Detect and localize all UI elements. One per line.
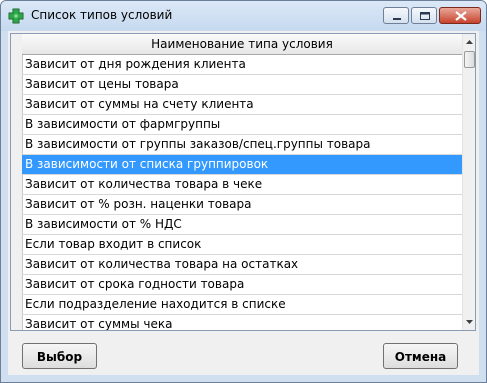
maximize-icon <box>420 12 430 20</box>
table-row[interactable]: В зависимости от списка группировок <box>22 155 462 175</box>
cancel-button[interactable]: Отмена <box>383 343 458 369</box>
table-row[interactable]: Зависит от цены товара <box>22 75 462 95</box>
table-row[interactable]: Если подразделение находится в списке <box>22 295 462 315</box>
close-icon <box>455 11 467 21</box>
table-row[interactable]: В зависимости от % НДС <box>22 215 462 235</box>
minimize-button[interactable] <box>383 7 409 24</box>
table-row[interactable]: Если товар входит в список <box>22 235 462 255</box>
table-row[interactable]: В зависимости от группы заказов/спец.гру… <box>22 135 462 155</box>
table-row[interactable]: Зависит от % розн. наценки товара <box>22 195 462 215</box>
table-row[interactable]: Зависит от суммы чека <box>22 315 462 330</box>
dialog-body: Наименование типа условия Зависит от дня… <box>8 31 479 375</box>
window-title: Список типов условий <box>31 8 173 22</box>
scroll-up-icon[interactable] <box>464 35 475 50</box>
table-row[interactable]: Зависит от суммы на счету клиента <box>22 95 462 115</box>
green-cross-icon <box>8 8 24 24</box>
table-row[interactable]: Зависит от срока годности товара <box>22 275 462 295</box>
dialog-window: Список типов условий Наименование типа у… <box>0 0 487 383</box>
table-row[interactable]: Зависит от количества товара на остатках <box>22 255 462 275</box>
column-header-name[interactable]: Наименование типа условия <box>22 34 462 55</box>
table-row[interactable]: Зависит от дня рождения клиента <box>22 55 462 75</box>
table-row[interactable]: В зависимости от фармгруппы <box>22 115 462 135</box>
vertical-scrollbar[interactable] <box>462 34 475 330</box>
condition-types-table[interactable]: Наименование типа условия Зависит от дня… <box>10 33 476 331</box>
minimize-icon <box>393 18 401 20</box>
title-bar[interactable]: Список типов условий <box>1 1 486 31</box>
scroll-down-icon[interactable] <box>464 314 475 329</box>
table-rows: Зависит от дня рождения клиента Зависит о… <box>22 55 462 330</box>
maximize-button[interactable] <box>411 7 437 24</box>
select-button[interactable]: Выбор <box>22 343 97 369</box>
close-button[interactable] <box>439 7 481 24</box>
scrollbar-thumb[interactable] <box>464 51 475 68</box>
table-row[interactable]: Зависит от количества товара в чеке <box>22 175 462 195</box>
